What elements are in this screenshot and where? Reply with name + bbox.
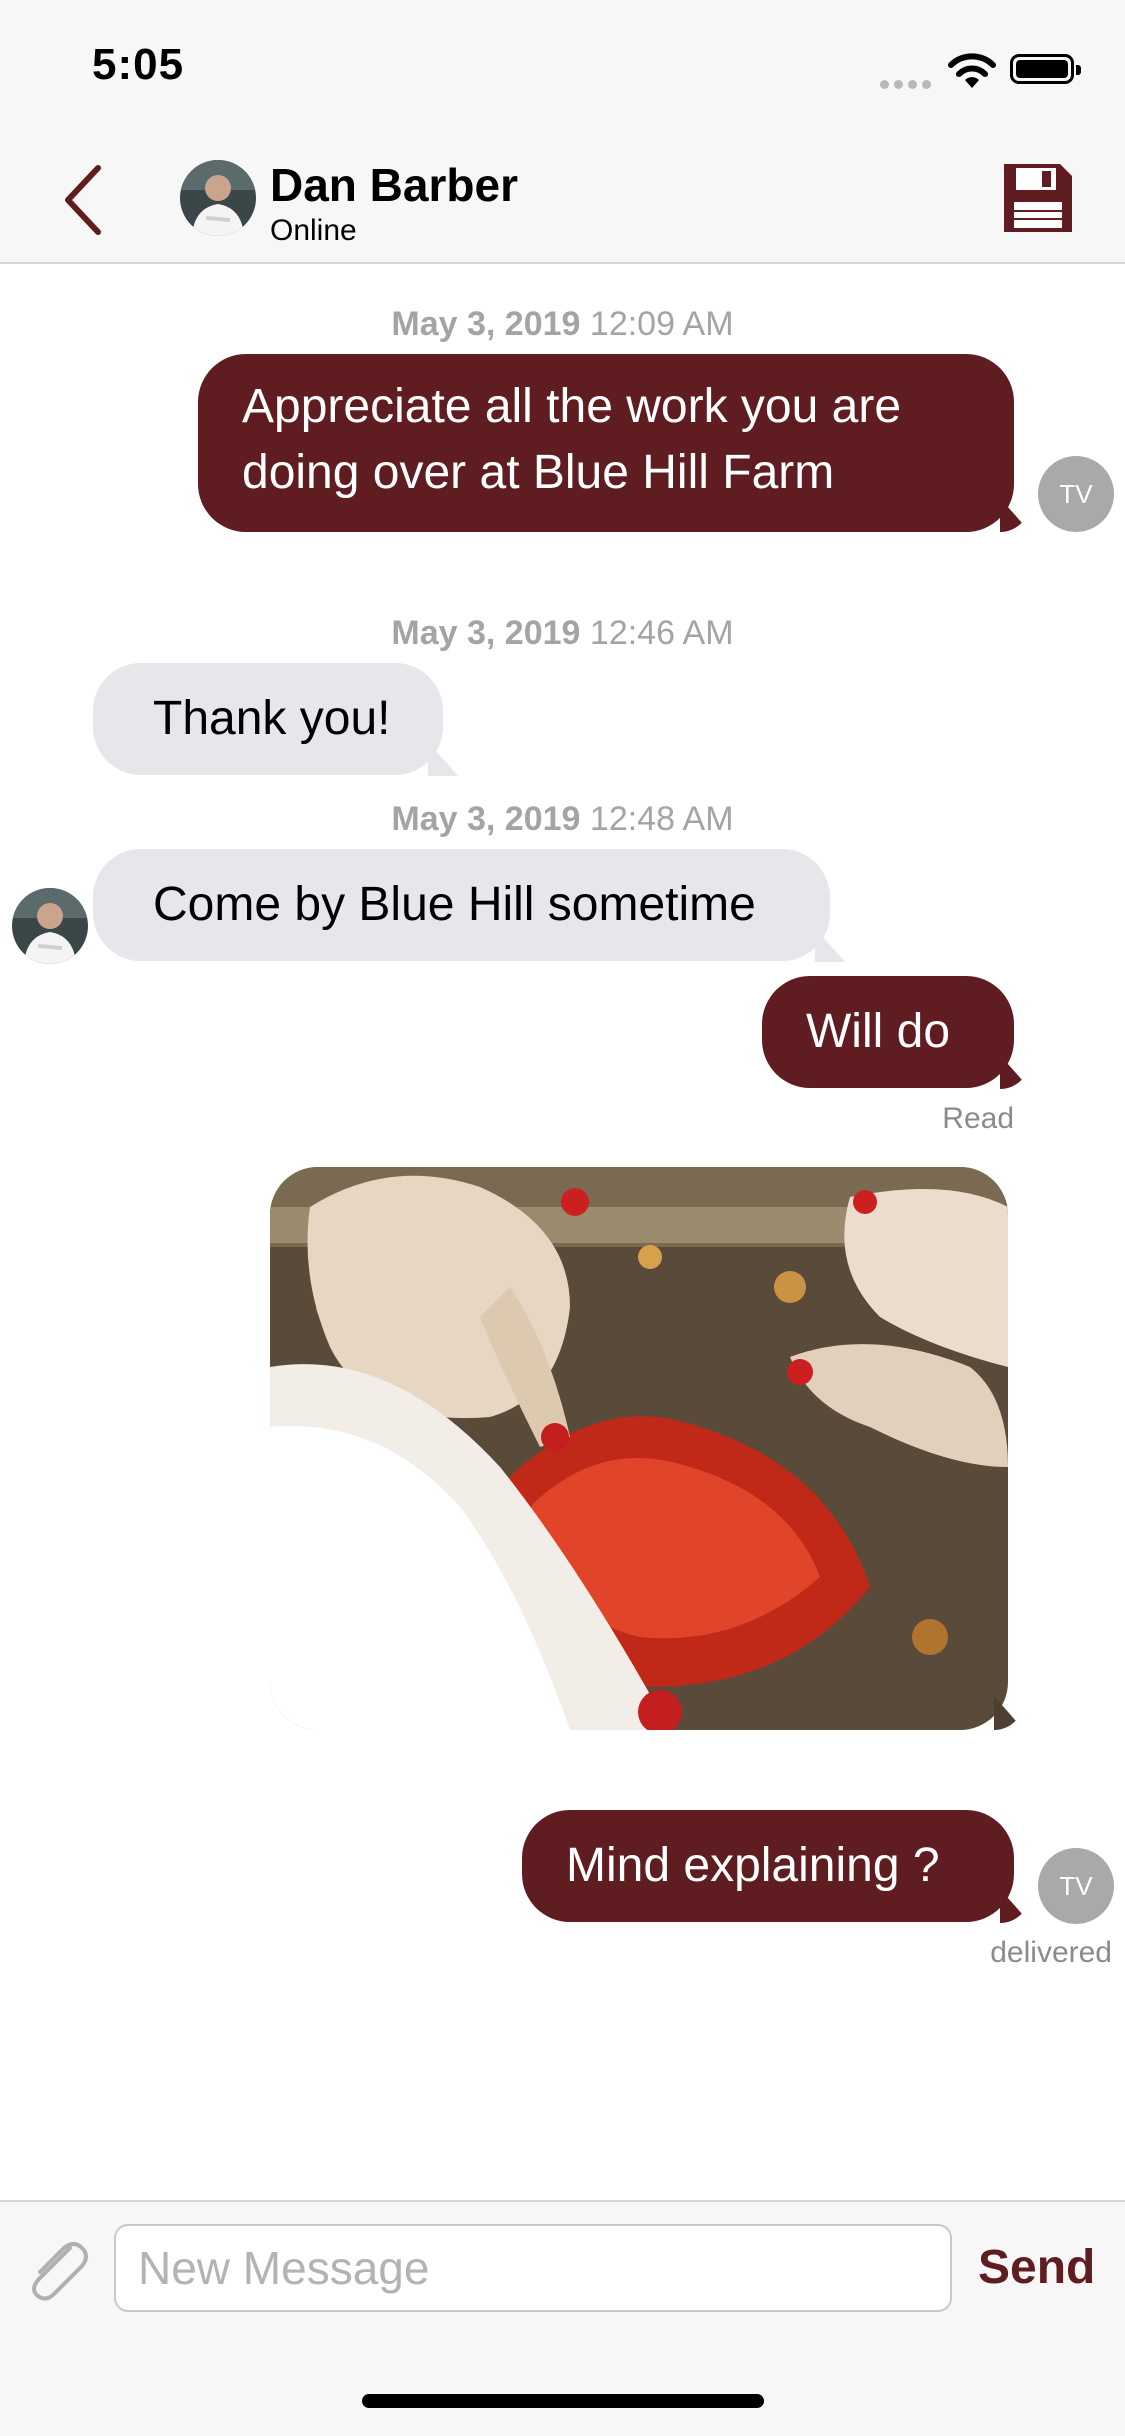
message-timestamp: May 3, 2019 12:48 AM <box>391 800 734 838</box>
avatar[interactable] <box>12 888 88 964</box>
back-chevron-icon[interactable] <box>58 162 108 238</box>
wifi-icon <box>948 53 996 88</box>
message-input[interactable]: New Message <box>114 2224 952 2312</box>
bubble-tail <box>1000 498 1030 532</box>
signal-icon <box>880 76 936 94</box>
message-bubble-outgoing[interactable]: Will do <box>762 976 1014 1088</box>
message-bubble-incoming[interactable]: Thank you! <box>93 663 443 775</box>
status-time: 5:05 <box>92 40 185 89</box>
status-bar: 5:05 <box>0 0 1125 132</box>
avatar: TV <box>1038 456 1114 532</box>
message-bubble-outgoing[interactable]: Appreciate all the work you are doing ov… <box>198 354 1014 532</box>
read-receipt: Read <box>942 1102 1014 1135</box>
contact-name: Dan Barber <box>270 159 518 211</box>
message-text: Thank you! <box>153 692 391 745</box>
message-text: Will do <box>806 1005 951 1058</box>
chat-header: Dan Barber Online <box>0 132 1125 264</box>
send-button[interactable]: Send <box>978 2240 1095 2295</box>
save-floppy-icon[interactable] <box>1000 160 1076 236</box>
message-text: Come by Blue Hill sometime <box>153 878 756 931</box>
delivery-status: delivered <box>990 1936 1112 1969</box>
message-text: Appreciate all the work you are doing ov… <box>242 380 902 499</box>
paperclip-icon[interactable] <box>22 2234 94 2306</box>
message-bubble-outgoing[interactable]: Mind explaining ? <box>522 1810 1014 1922</box>
contact-status: Online <box>270 214 357 247</box>
contact-avatar[interactable] <box>180 160 256 236</box>
avatar: TV <box>1038 1848 1114 1924</box>
message-bubble-incoming[interactable]: Come by Blue Hill sometime <box>93 849 830 961</box>
message-timestamp: May 3, 2019 12:09 AM <box>391 305 734 343</box>
message-timestamp: May 3, 2019 12:46 AM <box>391 614 734 652</box>
battery-icon <box>1010 54 1081 84</box>
home-indicator[interactable] <box>362 2394 764 2408</box>
message-text: Mind explaining ? <box>566 1839 940 1892</box>
message-image[interactable] <box>270 1167 1008 1730</box>
